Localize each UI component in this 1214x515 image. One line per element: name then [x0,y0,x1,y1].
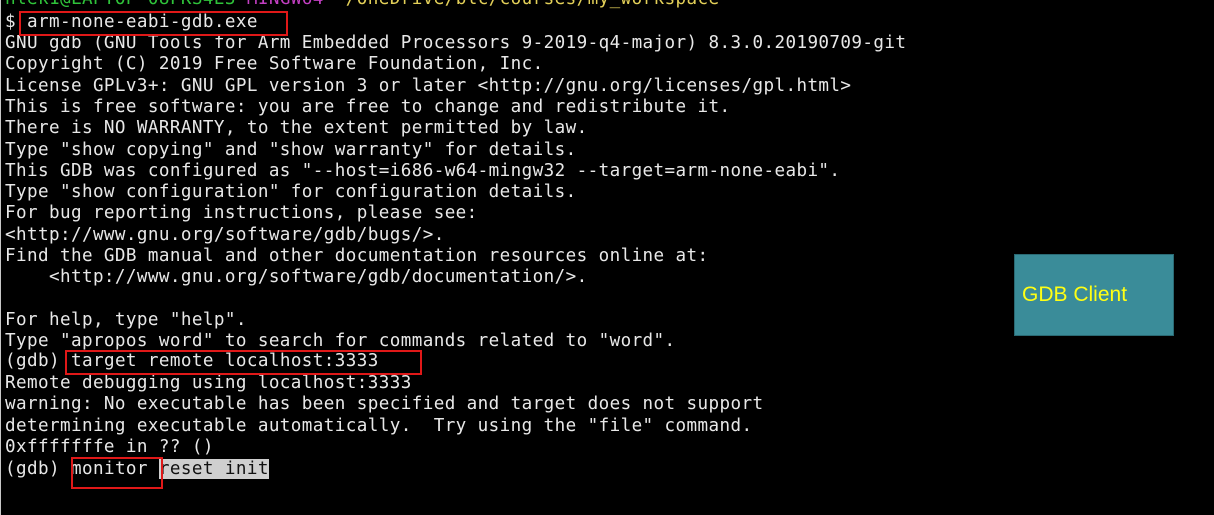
terminal-window[interactable]: hlek1@LAPTOP-08FKS4E3 MINGW64 ~/OneDrive… [0,0,1214,515]
banner-line: Copyright (C) 2019 Free Software Foundat… [5,54,544,75]
banner-line: <http://www.gnu.org/software/gdb/documen… [5,267,588,288]
shell-title-line: hlek1@LAPTOP-08FKS4E3 MINGW64 ~/OneDrive… [5,0,720,10]
output-line: Remote debugging using localhost:3333 [5,373,412,393]
gdb-client-callout: GDB Client [1014,254,1174,336]
gdb-prompt: (gdb) [5,459,60,479]
banner-line: There is NO WARRANTY, to the extent perm… [5,118,588,139]
banner-line: License GPLv3+: GNU GPL version 3 or lat… [5,75,852,96]
banner-line: For bug reporting instructions, please s… [5,203,478,224]
banner-line: Type "show configuration" for configurat… [5,182,577,203]
gdb-client-label: GDB Client [1022,283,1128,306]
banner-line: GNU gdb (GNU Tools for Arm Embedded Proc… [5,33,907,53]
shell-prompt: $ [5,12,16,32]
highlight-box-launch [19,11,288,36]
output-line: determining executable automatically. Tr… [5,415,753,436]
selected-monitor-args[interactable]: reset init [158,459,269,479]
output-line: warning: No executable has been specifie… [5,394,764,415]
output-line: 0xfffffffe in ?? () [5,436,214,457]
banner-line: Find the GDB manual and other documentat… [5,246,709,266]
working-path: ~/OneDrive/blc/courses/my_workspace [335,0,720,9]
banner-line: <http://www.gnu.org/software/gdb/bugs/>. [5,224,445,245]
banner-line: This GDB was configured as "--host=i686-… [5,160,841,181]
banner-line: Type "show copying" and "show warranty" … [5,139,577,160]
banner-line: This is free software: you are free to c… [5,96,731,117]
shell-env: MINGW64 [247,0,324,9]
highlight-box-target [65,350,422,375]
gdb-prompt: (gdb) [5,351,60,371]
highlight-box-monitor [71,457,163,489]
banner-line: For help, type "help". [5,309,247,330]
user-host: hlek1@LAPTOP-08FKS4E3 [5,0,236,9]
